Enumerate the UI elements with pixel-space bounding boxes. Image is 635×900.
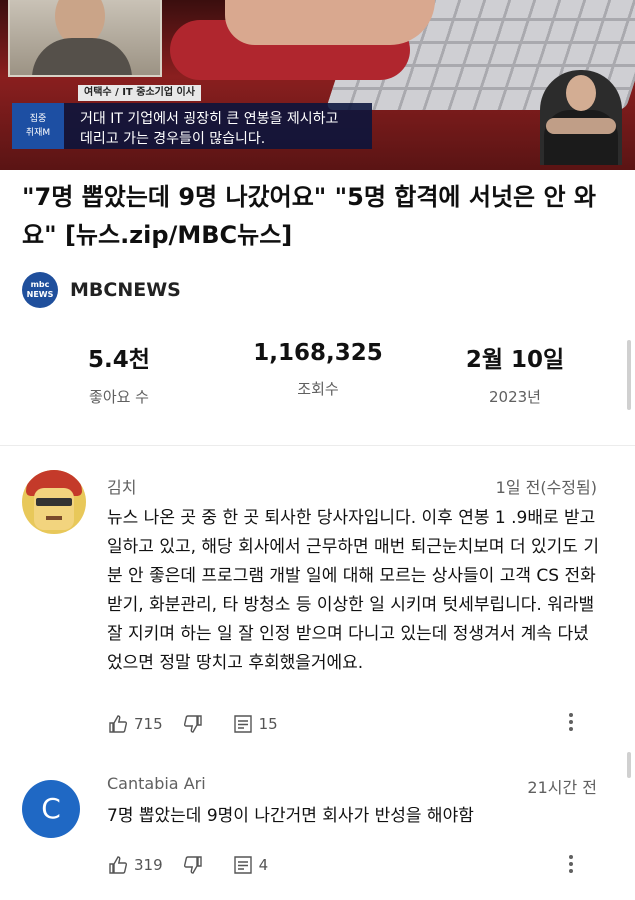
comment-text: 7명 뽑았는데 9명이 나간거면 회사가 반성을 해야함 [107,806,474,826]
reply-count: 4 [258,856,269,874]
reply-count: 15 [258,715,278,733]
comment-text: 뉴스 나온 곳 중 한 곳 퇴사한 당사자입니다. 이후 연봉 1 .9배로 받… [107,508,599,673]
interviewee-caption: 여택수 / IT 중소기업 이사 [78,85,201,101]
thumbs-up-icon[interactable] [108,855,128,875]
section-divider [0,445,635,446]
subtitle-box: 집중 취재M 거대 IT 기업에서 굉장히 큰 연봉을 제시하고 데리고 가는 … [12,103,372,149]
avatar[interactable] [22,470,86,534]
hand-image [225,0,435,45]
comment-actions: 715 15 [108,714,278,734]
video-thumbnail[interactable]: 여택수 / IT 중소기업 이사 집중 취재M 거대 IT 기업에서 굉장히 큰… [0,0,635,170]
thumbs-down-icon[interactable] [183,855,203,875]
views-label: 조회수 [297,380,339,398]
comment-author[interactable]: Cantabia Ari [107,774,206,793]
scrollbar[interactable] [627,340,631,410]
views-value: 1,168,325 [253,340,383,366]
subtitle-line: 데리고 가는 경우들이 많습니다. [80,131,266,147]
views-stat: 1,168,325 조회수 [223,340,413,399]
replies-icon[interactable] [233,714,253,734]
comment-time: 1일 전(수정됨) [495,478,597,497]
date-label: 2023년 [489,388,541,406]
more-options-icon[interactable] [569,852,575,876]
more-options-icon[interactable] [569,710,575,734]
likes-value: 5.4천 [88,347,150,373]
sign-language-interpreter [540,70,622,165]
like-count: 715 [134,715,163,733]
comment-author[interactable]: 김치 [107,474,136,498]
scrollbar[interactable] [627,752,631,778]
replies-icon[interactable] [233,855,253,875]
channel-name[interactable]: MBCNEWS [70,279,181,301]
interviewee-inset [8,0,162,77]
program-tag: 집중 취재M [12,103,64,149]
date-stat: 2월 10일 2023년 [420,340,610,407]
comment-actions: 319 4 [108,855,268,875]
date-value: 2월 10일 [465,347,565,373]
video-title: "7명 뽑았는데 9명 나갔어요" "5명 합격에 서넛은 안 와요" [뉴스.… [22,183,596,249]
likes-stat: 5.4천 좋아요 수 [24,340,214,407]
likes-label: 좋아요 수 [89,388,149,406]
comment-time: 21시간 전 [527,778,597,797]
channel-logo[interactable]: mbc NEWS [22,272,58,308]
thumbs-down-icon[interactable] [183,714,203,734]
like-count: 319 [134,856,163,874]
channel-row[interactable]: mbc NEWS MBCNEWS [22,272,181,308]
avatar[interactable]: C [22,780,80,838]
subtitle-line: 거대 IT 기업에서 굉장히 큰 연봉을 제시하고 [80,111,339,127]
thumbs-up-icon[interactable] [108,714,128,734]
